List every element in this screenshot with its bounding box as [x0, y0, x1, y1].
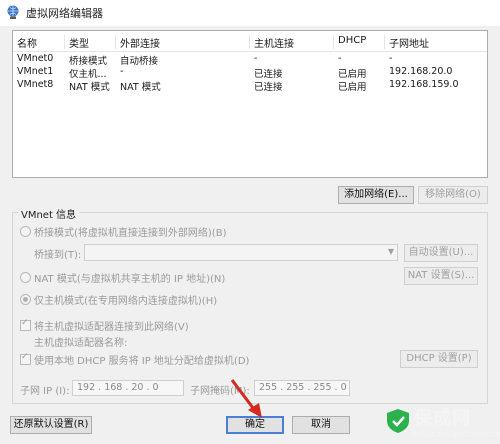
radio-icon: [20, 294, 31, 305]
connect-adapter-option[interactable]: 将主机虚拟适配器连接到此网络(V): [20, 318, 189, 333]
restore-defaults-button[interactable]: 还原默认设置(R): [10, 416, 92, 434]
chevron-down-icon: ▼: [387, 247, 394, 256]
radio-icon: [20, 226, 31, 237]
table-cell: VMnet8: [17, 79, 54, 90]
vmnet-info-title: VMnet 信息: [18, 206, 80, 221]
subnet-ip-input[interactable]: 192 . 168 . 20 . 0: [72, 380, 184, 396]
host-only-label: 仅主机模式(在专用网络内连接虚拟机)(H): [34, 296, 218, 307]
red-arrow-icon: [230, 379, 262, 418]
subnet-ip-label: 子网 IP (I):: [20, 386, 70, 397]
table-row[interactable]: VMnet0 桥接模式 自动桥接 - - -: [13, 53, 487, 67]
column-header-name[interactable]: 名称: [13, 35, 65, 49]
watermark-text: 保成网: [414, 408, 471, 429]
column-header-subnet[interactable]: 子网地址: [385, 35, 487, 49]
table-header: 名称 类型 外部连接 主机连接 DHCP 子网地址: [13, 31, 487, 52]
shield-logo-icon: [387, 409, 409, 433]
table-cell: -: [338, 53, 342, 64]
dhcp-label: 使用本地 DHCP 服务将 IP 地址分配给虚拟机(D): [34, 356, 250, 367]
cancel-button[interactable]: 取消: [292, 416, 350, 434]
subnet-mask-input[interactable]: 255 . 255 . 255 . 0: [254, 380, 350, 396]
network-list-table[interactable]: 名称 类型 外部连接 主机连接 DHCP 子网地址 VMnet0 桥接模式 自动…: [12, 30, 488, 178]
radio-icon: [20, 272, 31, 283]
network-globe-icon: [7, 5, 19, 19]
nat-mode-label: NAT 模式(与虚拟机共享主机的 IP 地址)(N): [34, 274, 226, 285]
table-cell: 桥接模式: [69, 56, 108, 67]
connect-adapter-label: 将主机虚拟适配器连接到此网络(V): [34, 322, 189, 333]
table-cell: -: [389, 53, 393, 64]
bridged-mode-option[interactable]: 桥接模式(将虚拟机直接连接到外部网络)(B): [20, 224, 226, 239]
window-title: 虚拟网络编辑器: [26, 7, 103, 20]
bridge-to-select[interactable]: ▼: [84, 244, 398, 261]
table-cell: 仅主机...: [69, 69, 107, 80]
table-cell: 192.168.20.0: [389, 66, 453, 77]
table-cell: NAT 模式: [120, 82, 161, 93]
bridge-to-label: 桥接到(T):: [34, 250, 82, 261]
column-header-dhcp[interactable]: DHCP: [334, 35, 385, 49]
table-cell: VMnet1: [17, 66, 54, 77]
host-only-option[interactable]: 仅主机模式(在专用网络内连接虚拟机)(H): [20, 292, 217, 307]
dhcp-option[interactable]: 使用本地 DHCP 服务将 IP 地址分配给虚拟机(D): [20, 352, 249, 367]
table-cell: 已连接: [254, 69, 283, 80]
column-header-external[interactable]: 外部连接: [116, 35, 250, 49]
checkbox-icon: [20, 352, 31, 365]
column-header-host[interactable]: 主机连接: [250, 35, 334, 49]
dhcp-settings-button[interactable]: DHCP 设置(P): [400, 350, 478, 368]
table-cell: 已启用: [338, 82, 367, 93]
nat-mode-option[interactable]: NAT 模式(与虚拟机共享主机的 IP 地址)(N): [20, 270, 225, 285]
title-bar: 虚拟网络编辑器: [0, 0, 500, 26]
table-cell: VMnet0: [17, 53, 54, 64]
table-row[interactable]: VMnet1 仅主机... - 已连接 已启用 192.168.20.0: [13, 66, 487, 80]
auto-settings-button[interactable]: 自动设置(U)...: [404, 244, 478, 262]
table-cell: 192.168.159.0: [389, 79, 459, 90]
nat-settings-button[interactable]: NAT 设置(S)...: [404, 267, 478, 285]
checkbox-icon: [20, 318, 31, 331]
table-cell: 已启用: [338, 69, 367, 80]
watermark: 保成网 www.zsbaochen.com: [383, 404, 500, 444]
table-cell: -: [120, 66, 124, 77]
table-row[interactable]: VMnet8 NAT 模式 NAT 模式 已连接 已启用 192.168.159…: [13, 79, 487, 93]
add-network-button[interactable]: 添加网络(E)...: [338, 186, 414, 204]
table-cell: -: [254, 53, 258, 64]
table-cell: 已连接: [254, 82, 283, 93]
bridged-mode-label: 桥接模式(将虚拟机直接连接到外部网络)(B): [34, 228, 227, 239]
table-cell: NAT 模式: [69, 82, 110, 93]
vmnet-info-group: [12, 212, 488, 404]
watermark-url: www.zsbaochen.com: [412, 430, 500, 440]
remove-network-button[interactable]: 移除网络(O): [418, 186, 488, 204]
column-header-type[interactable]: 类型: [65, 35, 116, 49]
adapter-name-label: 主机虚拟适配器名称:: [34, 338, 128, 349]
table-cell: 自动桥接: [120, 56, 159, 67]
